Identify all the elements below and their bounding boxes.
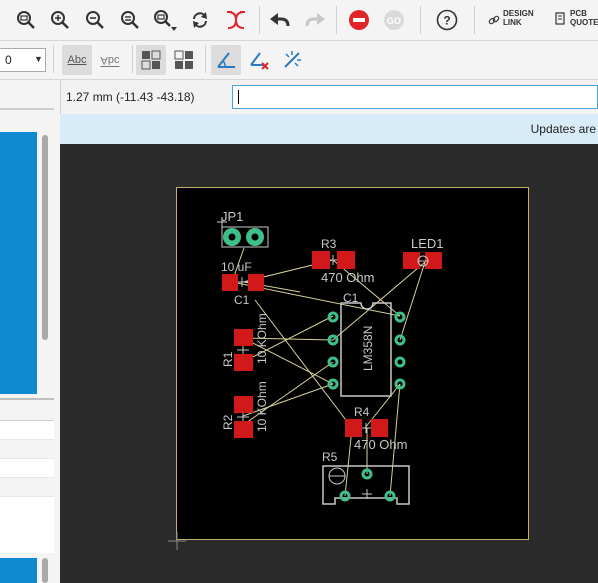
r1-label: R1	[221, 351, 235, 367]
r3-value: 470 Ohm	[321, 270, 374, 285]
c1-name: C1	[234, 293, 250, 307]
r3-resistor[interactable]	[312, 251, 355, 269]
r1-value: 10 KOhm	[255, 313, 269, 364]
r4-label: R4	[354, 405, 370, 419]
board-drawing: JP1 10 uF C1 R3 470 Ohm LED1 C1 LM358N R…	[168, 209, 444, 550]
ic-name: C1	[343, 291, 359, 305]
jp1-label: JP1	[221, 209, 243, 224]
r3-label: R3	[321, 237, 337, 251]
r2-label: R2	[221, 414, 235, 430]
r1-resistor[interactable]	[234, 329, 253, 371]
r4-value: 470 Ohm	[354, 437, 407, 452]
ic-label: LM358N	[361, 326, 375, 371]
led1-label: LED1	[411, 236, 444, 251]
led1[interactable]	[403, 252, 442, 269]
r2-value: 10 KOhm	[255, 381, 269, 432]
r5-potentiometer[interactable]	[322, 465, 410, 505]
origin-cross	[168, 532, 186, 550]
r5-label: R5	[322, 450, 338, 464]
c1-capacitor[interactable]	[222, 274, 264, 291]
r2-resistor[interactable]	[234, 396, 253, 438]
c1-value: 10 uF	[221, 260, 252, 274]
